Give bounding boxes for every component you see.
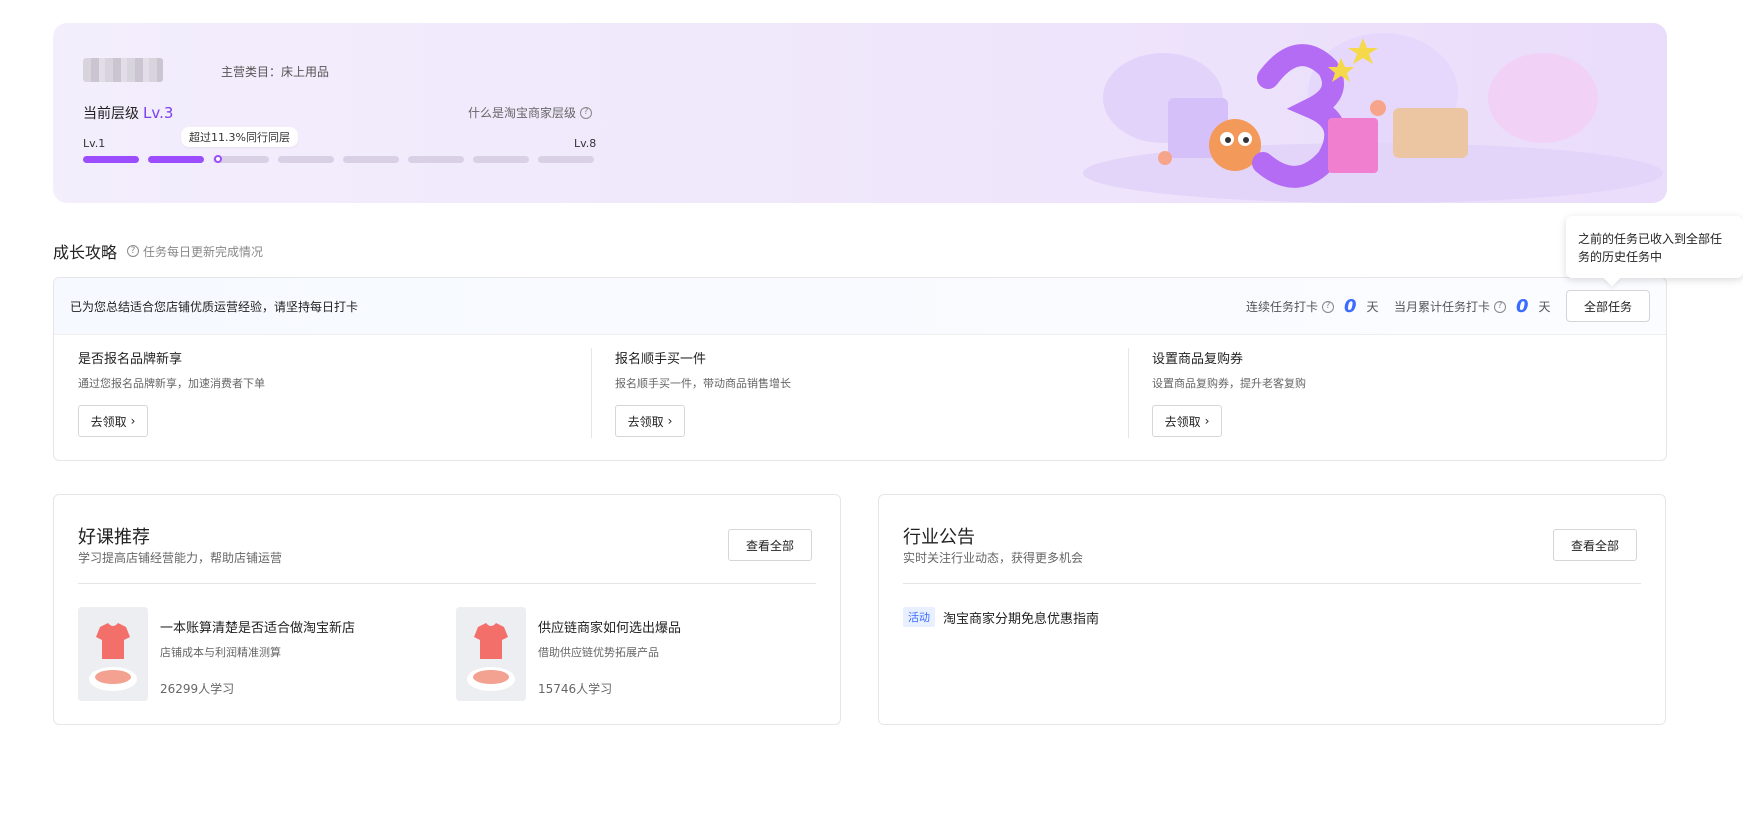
main-category: 主营类目：床上用品 (221, 65, 330, 79)
streak-counter: 连续任务打卡 ? 0 天 (1246, 296, 1379, 317)
course-info: 一本账算清楚是否适合做淘宝新店 店铺成本与利润精准测算 26299人学习 (160, 607, 355, 701)
all-tasks-button[interactable]: 全部任务 (1566, 290, 1650, 322)
task-divider (1128, 348, 1129, 438)
claim-button-label: 去领取 (627, 414, 664, 429)
wallet-icon (1393, 108, 1468, 158)
course-learner-count: 15746人学习 (538, 682, 613, 696)
claim-button[interactable]: 去领取 › (78, 405, 148, 437)
history-tasks-tooltip: 之前的任务已收入到全部任务的历史任务中 (1566, 216, 1743, 278)
chevron-right-icon: › (667, 414, 673, 428)
course-title: 供应链商家如何选出爆品 (538, 621, 682, 636)
task-divider (591, 348, 592, 438)
flower-icon (1370, 100, 1386, 116)
course-thumbnail (456, 607, 526, 701)
notice-tag: 活动 (903, 607, 935, 627)
divider (903, 583, 1641, 584)
month-value: 0 (1516, 296, 1529, 317)
course-desc: 店铺成本与利润精准测算 (160, 646, 281, 659)
level-start-label: Lv.1 (83, 137, 106, 150)
task-head-text: 已为您总结适合您店铺优质运营经验，请坚持每日打卡 (70, 300, 359, 314)
shop-name-blurred (83, 58, 163, 82)
course-learner-count: 26299人学习 (160, 682, 235, 696)
task-desc: 报名顺手买一件，带动商品销售增长 (615, 377, 791, 390)
notice-panel-subtitle: 实时关注行业动态，获得更多机会 (903, 551, 1084, 565)
growth-section-header: 成长攻略 ? 任务每日更新完成情况 (53, 239, 263, 263)
current-level: 当前层级 Lv.3 (83, 103, 173, 123)
course-info: 供应链商家如何选出爆品 借助供应链优势拓展产品 15746人学习 (538, 607, 681, 701)
claim-button[interactable]: 去领取 › (1152, 405, 1222, 437)
task-title: 是否报名品牌新享 (78, 352, 183, 367)
claim-button-label: 去领取 (90, 414, 127, 429)
level-progress-segment (278, 156, 334, 163)
streak-label: 连续任务打卡 (1246, 300, 1319, 314)
task-card: 已为您总结适合您店铺优质运营经验，请坚持每日打卡 连续任务打卡 ? 0 天 当月… (53, 277, 1667, 461)
course-panel-title: 好课推荐 (78, 527, 150, 548)
peer-percentile-tip: 超过11.3%同行同层 (181, 127, 298, 147)
notice-panel: 行业公告 实时关注行业动态，获得更多机会 查看全部 活动 淘宝商家分期免息优惠指… (878, 494, 1666, 725)
month-unit: 天 (1538, 300, 1551, 314)
chevron-right-icon: › (1204, 414, 1210, 428)
streak-unit: 天 (1366, 300, 1379, 314)
streak-value: 0 (1344, 296, 1357, 317)
view-all-notices-button[interactable]: 查看全部 (1553, 529, 1637, 561)
level-progress-segment (408, 156, 464, 163)
level-progress-segment (538, 156, 594, 163)
help-icon[interactable]: ? (580, 106, 593, 119)
notice-text: 淘宝商家分期免息优惠指南 (943, 611, 1100, 627)
task-item: 是否报名品牌新享 通过您报名品牌新享，加速消费者下单 去领取 › (78, 348, 265, 437)
help-icon[interactable]: ? (1494, 300, 1507, 313)
current-level-value: Lv.3 (143, 104, 174, 122)
what-level-link[interactable]: 什么是淘宝商家层级 ? (468, 104, 593, 121)
claim-button[interactable]: 去领取 › (615, 405, 685, 437)
current-level-label: 当前层级 (83, 106, 139, 122)
level-progress-segment (148, 156, 204, 163)
what-level-text: 什么是淘宝商家层级 (468, 106, 577, 120)
chevron-right-icon: › (130, 414, 136, 428)
heart-balloon-right (1488, 53, 1598, 143)
level-progress-segment (343, 156, 399, 163)
task-item: 设置商品复购券 设置商品复购券，提升老客复购 去领取 › (1152, 348, 1306, 437)
view-all-courses-button[interactable]: 查看全部 (728, 529, 812, 561)
course-item[interactable]: 供应链商家如何选出爆品 借助供应链优势拓展产品 15746人学习 (456, 607, 681, 701)
course-desc: 借助供应链优势拓展产品 (538, 646, 659, 659)
task-item: 报名顺手买一件 报名顺手买一件，带动商品销售增长 去领取 › (615, 348, 791, 437)
task-title: 报名顺手买一件 (615, 352, 707, 367)
task-title: 设置商品复购券 (1152, 352, 1244, 367)
level-banner: 主营类目：床上用品 当前层级 Lv.3 什么是淘宝商家层级 ? Lv.1 Lv.8… (53, 23, 1667, 203)
level-end-label: Lv.8 (574, 137, 597, 150)
notice-panel-title: 行业公告 (903, 527, 975, 548)
course-panel: 好课推荐 学习提高店铺经营能力，帮助店铺运营 查看全部 一本账算清楚是否适合做淘… (53, 494, 841, 725)
course-panel-subtitle: 学习提高店铺经营能力，帮助店铺运营 (78, 551, 283, 565)
notice-item[interactable]: 活动 淘宝商家分期免息优惠指南 (903, 607, 1099, 627)
level-3-illustration (1083, 33, 1663, 203)
level-progress-marker (214, 155, 222, 163)
level-progress-segment (473, 156, 529, 163)
month-label: 当月累计任务打卡 (1394, 300, 1491, 314)
course-thumbnail (78, 607, 148, 701)
task-card-header: 已为您总结适合您店铺优质运营经验，请坚持每日打卡 连续任务打卡 ? 0 天 当月… (54, 278, 1666, 335)
course-item[interactable]: 一本账算清楚是否适合做淘宝新店 店铺成本与利润精准测算 26299人学习 (78, 607, 355, 701)
course-title: 一本账算清楚是否适合做淘宝新店 (160, 621, 356, 636)
level-progress-segment (83, 156, 139, 163)
task-desc: 设置商品复购券，提升老客复购 (1152, 377, 1306, 390)
gift-box-icon (1328, 118, 1378, 173)
divider (78, 583, 816, 584)
claim-button-label: 去领取 (1164, 414, 1201, 429)
help-icon[interactable]: ? (1322, 300, 1335, 313)
growth-title: 成长攻略 (53, 243, 118, 262)
growth-subtitle-text: 任务每日更新完成情况 (143, 244, 264, 259)
help-icon[interactable]: ? (127, 245, 140, 257)
task-desc: 通过您报名品牌新享，加速消费者下单 (78, 377, 265, 390)
growth-subtitle: ? 任务每日更新完成情况 (127, 243, 263, 260)
month-counter: 当月累计任务打卡 ? 0 天 (1394, 296, 1551, 317)
